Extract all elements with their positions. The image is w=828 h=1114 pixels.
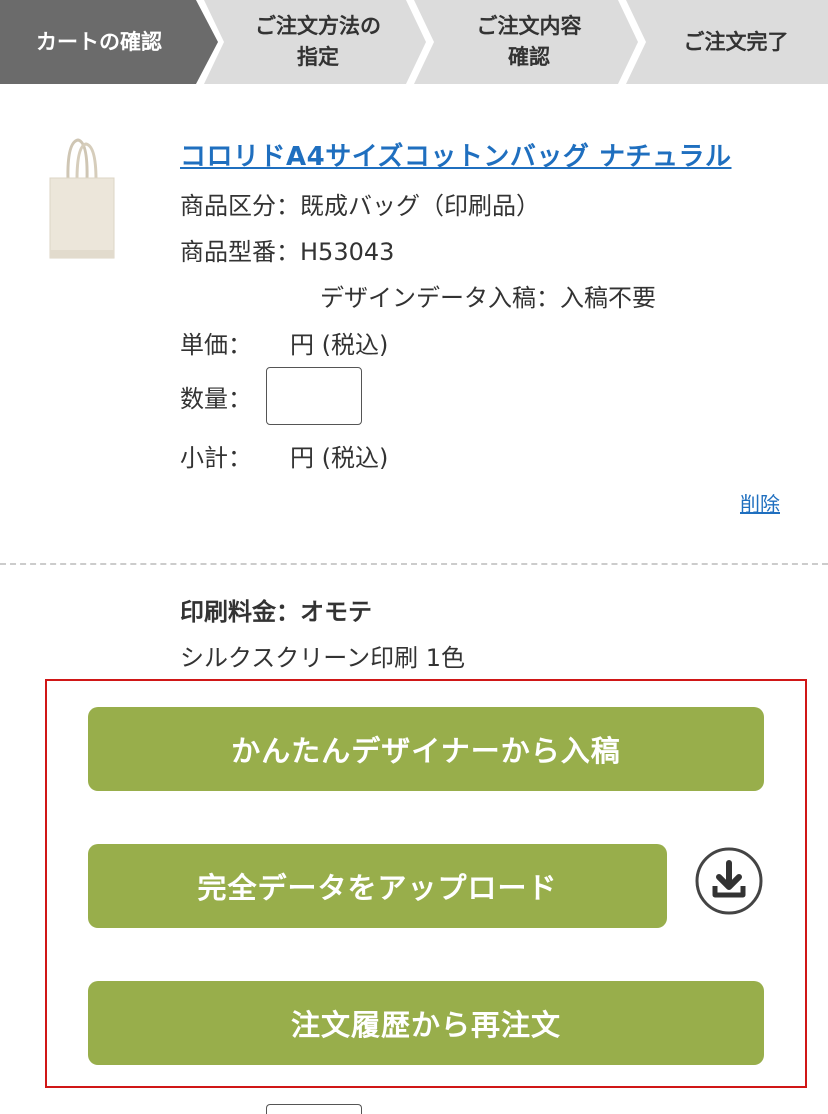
subtotal-label: 小計： bbox=[180, 444, 252, 472]
product-image[interactable] bbox=[40, 132, 124, 264]
checkout-steps: カートの確認 ご注文方法の 指定 ご注文内容 確認 ご注文完了 bbox=[0, 0, 828, 84]
print-method: シルクスクリーン印刷 1色 bbox=[180, 644, 465, 672]
quantity-input-partial[interactable] bbox=[266, 1104, 362, 1114]
quantity-label: 数量： bbox=[180, 385, 252, 413]
designer-submit-button[interactable]: かんたんデザイナーから入稿 bbox=[88, 707, 764, 791]
product-name-link[interactable]: コロリドA4サイズコットンバッグ ナチュラル bbox=[180, 136, 732, 173]
unit-price-value: 円 (税込) bbox=[290, 331, 389, 359]
step-label: ご注文内容 確認 bbox=[476, 14, 582, 69]
step-label: カートの確認 bbox=[36, 29, 162, 54]
step-label: ご注文完了 bbox=[683, 29, 789, 54]
unit-price-label: 単価： bbox=[180, 331, 252, 359]
delete-link[interactable]: 削除 bbox=[740, 488, 780, 517]
print-fee-title: 印刷料金：オモテ bbox=[180, 598, 372, 626]
step-label: ご注文方法の 指定 bbox=[255, 14, 381, 69]
step-order-method: ご注文方法の 指定 bbox=[204, 0, 426, 84]
product-category: 商品区分：既成バッグ（印刷品） bbox=[180, 192, 540, 220]
product-model: 商品型番：H53043 bbox=[180, 238, 395, 266]
step-order-complete: ご注文完了 bbox=[626, 0, 828, 84]
reorder-button[interactable]: 注文履歴から再注文 bbox=[88, 981, 764, 1065]
design-data-status: デザインデータ入稿：入稿不要 bbox=[320, 284, 656, 312]
upload-data-button[interactable]: 完全データをアップロード bbox=[88, 844, 667, 928]
download-icon[interactable] bbox=[694, 846, 764, 916]
step-order-review: ご注文内容 確認 bbox=[414, 0, 638, 84]
section-divider bbox=[0, 563, 828, 565]
step-cart-confirm: カートの確認 bbox=[0, 0, 218, 84]
subtotal-value: 円 (税込) bbox=[290, 444, 389, 472]
quantity-input[interactable] bbox=[266, 367, 362, 425]
